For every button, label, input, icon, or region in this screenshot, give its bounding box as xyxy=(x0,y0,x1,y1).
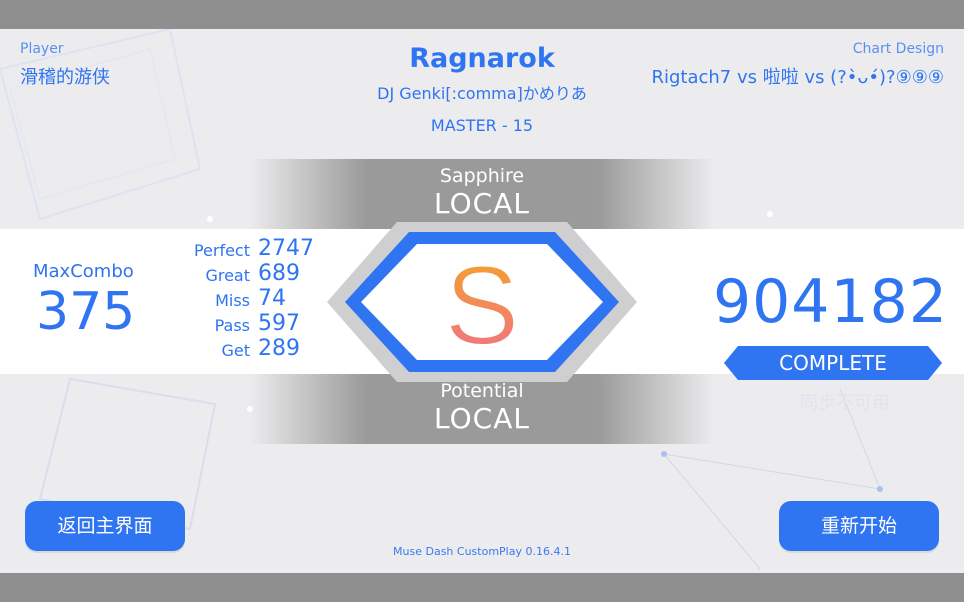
judgement-value-perfect: 2747 xyxy=(258,236,314,261)
judgement-value-get: 289 xyxy=(258,336,300,361)
chart-design-label: Chart Design xyxy=(852,41,944,57)
judgement-label-get: Get xyxy=(221,341,250,360)
sapphire-value: LOCAL xyxy=(434,187,530,220)
judgement-value-pass: 597 xyxy=(258,311,300,336)
judgement-value-miss: 74 xyxy=(258,286,286,311)
judgement-label-miss: Miss xyxy=(215,291,250,310)
judgement-label-perfect: Perfect xyxy=(193,241,250,260)
score-value: 904182 xyxy=(712,267,948,337)
complete-label: COMPLETE xyxy=(779,351,887,375)
judgement-label-pass: Pass xyxy=(214,316,250,335)
version-label: Muse Dash CustomPlay 0.16.4.1 xyxy=(393,545,571,558)
back-to-main-button[interactable]: 返回主界面 xyxy=(25,501,185,551)
sync-unavailable-note: 同步不可用 xyxy=(800,393,890,414)
judgement-label-great: Great xyxy=(205,266,250,285)
judgement-value-great: 689 xyxy=(258,261,300,286)
grade-emblem: S xyxy=(327,222,637,382)
max-combo-label: MaxCombo xyxy=(33,261,134,282)
max-combo-value: 375 xyxy=(36,282,136,342)
grade-letter: S xyxy=(445,243,520,368)
difficulty-label: MASTER - 15 xyxy=(430,116,534,135)
sapphire-label: Sapphire xyxy=(439,165,525,187)
chart-designer-name: Rigtach7 vs 啦啦 vs (?•̀ᴗ•́)?⑨⑨⑨ xyxy=(651,67,944,88)
result-panel: Player 滑稽的游侠 Ragnarok DJ Genki[:comma]かめ… xyxy=(0,29,964,573)
restart-button[interactable]: 重新开始 xyxy=(779,501,939,551)
